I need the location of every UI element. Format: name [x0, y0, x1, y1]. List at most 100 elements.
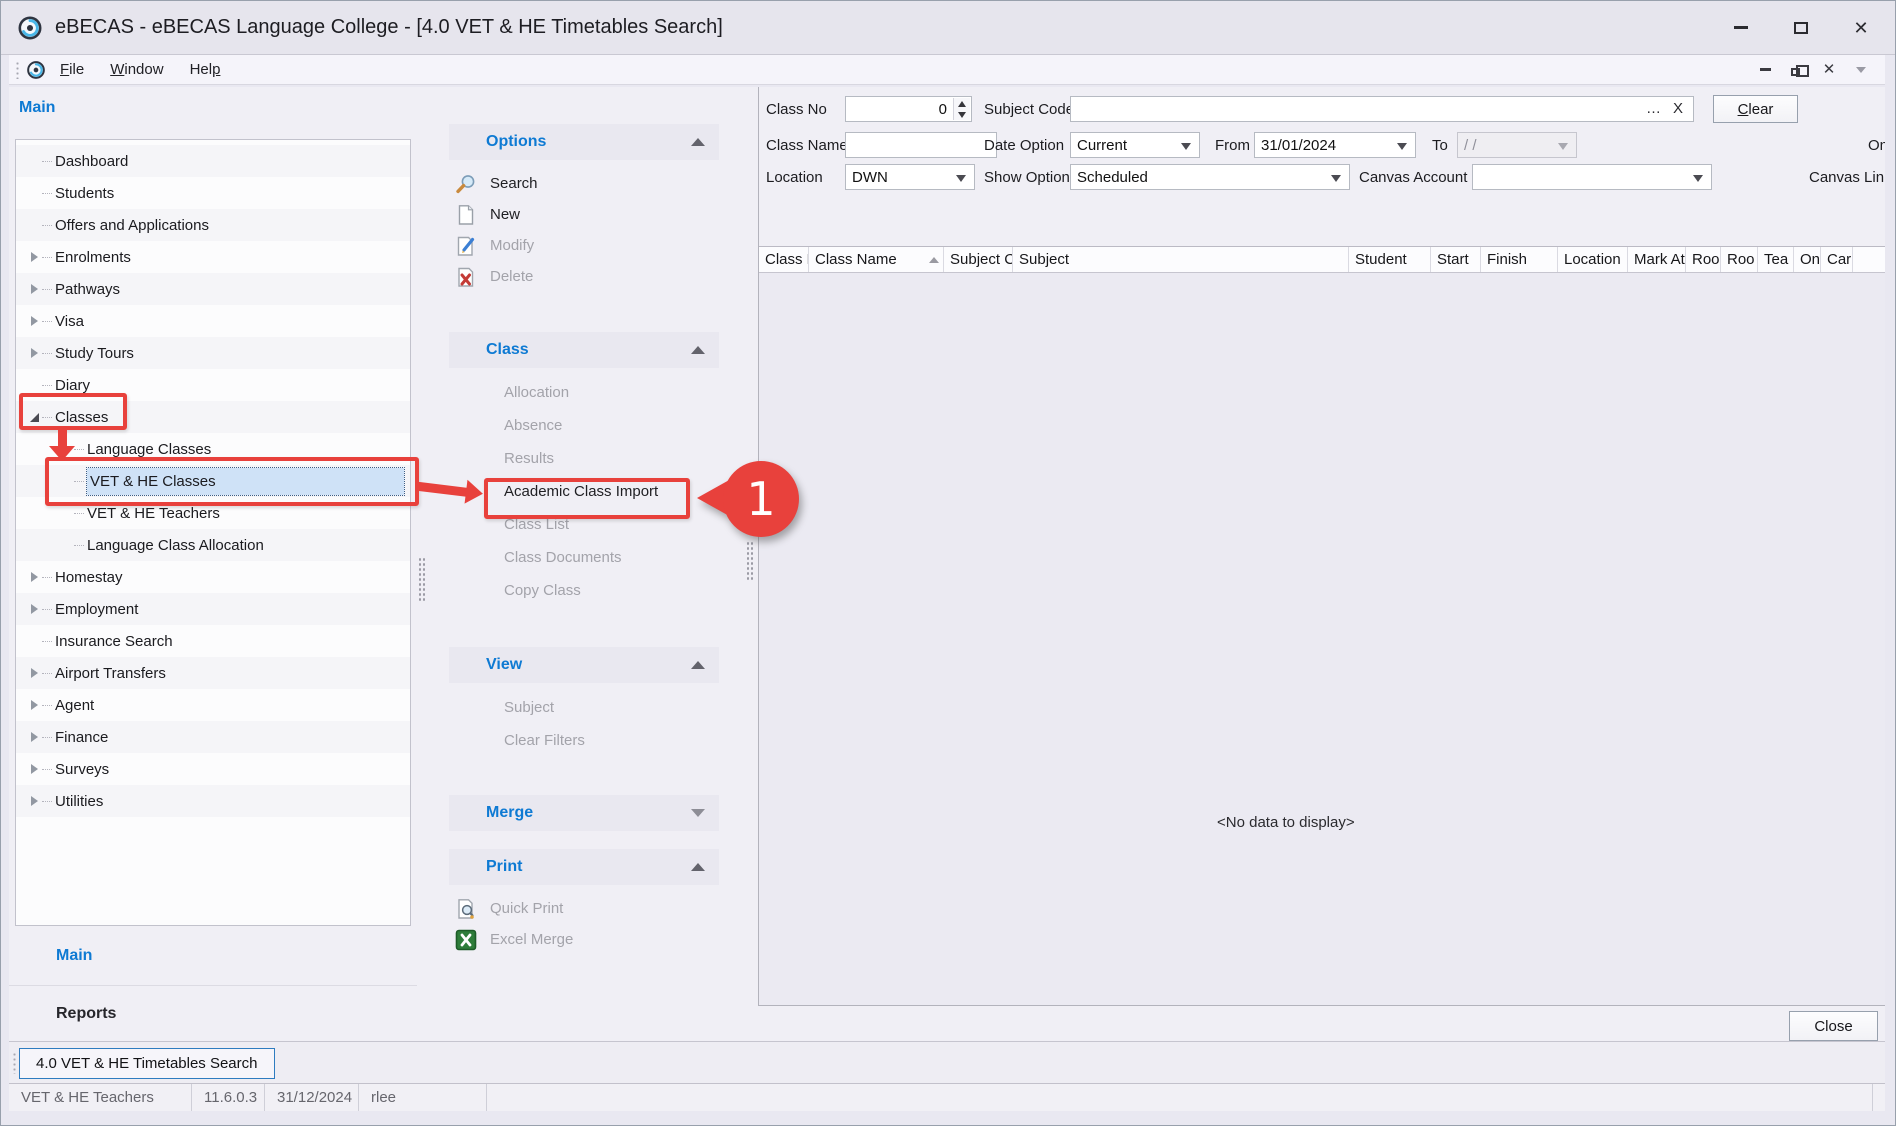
- column-header-subject-3[interactable]: Subject: [1013, 247, 1349, 272]
- action-search[interactable]: Search: [417, 168, 758, 199]
- tree-item-language-classes[interactable]: Language Classes: [16, 433, 410, 465]
- stepper-up-icon[interactable]: [958, 101, 966, 107]
- action-academic-class-import[interactable]: Academic Class Import: [417, 475, 758, 508]
- section-header-print[interactable]: Print: [449, 849, 719, 885]
- class-name-input[interactable]: [845, 132, 997, 158]
- tree-item-homestay[interactable]: Homestay: [16, 561, 410, 593]
- minimize-icon[interactable]: [1731, 18, 1751, 38]
- collapse-section-icon[interactable]: [691, 863, 705, 871]
- tree-item-utilities[interactable]: Utilities: [16, 785, 410, 817]
- action-class-list[interactable]: Class List: [417, 508, 758, 541]
- action-quick-print[interactable]: Quick Print: [417, 893, 758, 924]
- collapse-section-icon[interactable]: [691, 346, 705, 354]
- expand-icon[interactable]: [28, 315, 40, 327]
- app-menu-icon[interactable]: [26, 60, 46, 80]
- splitter-grip-icon[interactable]: [418, 557, 425, 601]
- tree-item-surveys[interactable]: Surveys: [16, 753, 410, 785]
- expand-icon[interactable]: [28, 571, 40, 583]
- stepper-down-icon[interactable]: [958, 112, 966, 118]
- collapse-section-icon[interactable]: [691, 661, 705, 669]
- column-header-class-name-1[interactable]: Class Name: [809, 247, 944, 272]
- expand-icon[interactable]: [28, 667, 40, 679]
- tab-vet-he-timetables-search[interactable]: 4.0 VET & HE Timetables Search: [19, 1048, 275, 1079]
- action-class-documents[interactable]: Class Documents: [417, 541, 758, 574]
- tree-item-vet-he-classes[interactable]: VET & HE Classes: [16, 465, 410, 497]
- to-date-select[interactable]: / /: [1457, 132, 1577, 158]
- column-header-finish-6[interactable]: Finish: [1481, 247, 1558, 272]
- tree-item-insurance-search[interactable]: Insurance Search: [16, 625, 410, 657]
- stepper-buttons[interactable]: [953, 98, 970, 120]
- toolbar-overflow-icon[interactable]: [1853, 62, 1869, 78]
- show-option-select[interactable]: Scheduled: [1070, 164, 1350, 190]
- subject-code-clear-button[interactable]: X: [1673, 101, 1683, 116]
- column-header-location-7[interactable]: Location: [1558, 247, 1628, 272]
- expand-section-icon[interactable]: [691, 809, 705, 817]
- tree-item-diary[interactable]: Diary: [16, 369, 410, 401]
- tree-item-classes[interactable]: Classes: [16, 401, 410, 433]
- action-new[interactable]: New: [417, 199, 758, 230]
- sidebar-footer-main[interactable]: Main: [9, 926, 417, 985]
- clear-button[interactable]: Clear: [1713, 95, 1798, 123]
- mdi-restore-icon[interactable]: [1789, 62, 1805, 78]
- section-header-class[interactable]: Class: [449, 332, 719, 368]
- splitter-grip-icon[interactable]: [746, 541, 753, 581]
- canvas-account-select[interactable]: [1472, 164, 1712, 190]
- class-no-stepper[interactable]: 0: [845, 96, 972, 122]
- sidebar-footer-reports[interactable]: Reports: [9, 985, 417, 1041]
- section-header-options[interactable]: Options: [449, 124, 719, 160]
- expand-icon[interactable]: [28, 763, 40, 775]
- tree-item-dashboard[interactable]: Dashboard: [16, 145, 410, 177]
- column-header-class-n-0[interactable]: Class N: [759, 247, 809, 272]
- tree-item-agent[interactable]: Agent: [16, 689, 410, 721]
- expand-icon[interactable]: [28, 603, 40, 615]
- action-copy-class[interactable]: Copy Class: [417, 574, 758, 607]
- close-button[interactable]: Close: [1789, 1011, 1878, 1041]
- menu-item-window[interactable]: Window: [110, 61, 163, 78]
- collapse-icon[interactable]: [28, 411, 40, 423]
- mdi-minimize-icon[interactable]: [1757, 62, 1773, 78]
- action-absence[interactable]: Absence: [417, 409, 758, 442]
- maximize-icon[interactable]: [1791, 18, 1811, 38]
- expand-icon[interactable]: [28, 283, 40, 295]
- menu-item-help[interactable]: Help: [190, 61, 221, 78]
- column-header-student-4[interactable]: Student: [1349, 247, 1431, 272]
- action-subject[interactable]: Subject: [417, 691, 758, 724]
- expand-icon[interactable]: [28, 795, 40, 807]
- column-header-roo-10[interactable]: Roo: [1721, 247, 1758, 272]
- tree-item-pathways[interactable]: Pathways: [16, 273, 410, 305]
- close-icon[interactable]: ✕: [1851, 18, 1871, 38]
- app-icon[interactable]: [17, 15, 43, 41]
- subject-code-lookup-button[interactable]: …: [1646, 101, 1661, 116]
- column-header-mark-at-8[interactable]: Mark At: [1628, 247, 1686, 272]
- column-header-car-13[interactable]: Car: [1821, 247, 1853, 272]
- tree-item-enrolments[interactable]: Enrolments: [16, 241, 410, 273]
- tree-item-finance[interactable]: Finance: [16, 721, 410, 753]
- tree-item-language-class-allocation[interactable]: Language Class Allocation: [16, 529, 410, 561]
- tree-item-employment[interactable]: Employment: [16, 593, 410, 625]
- from-date-select[interactable]: 31/01/2024: [1254, 132, 1416, 158]
- menu-item-file[interactable]: File: [60, 61, 84, 78]
- section-header-merge[interactable]: Merge: [449, 795, 719, 831]
- action-excel-merge[interactable]: Excel Merge: [417, 924, 758, 955]
- location-select[interactable]: DWN: [845, 164, 975, 190]
- column-header-roo-9[interactable]: Roo: [1686, 247, 1721, 272]
- tree-item-visa[interactable]: Visa: [16, 305, 410, 337]
- column-header-subject-cc-2[interactable]: Subject Cc: [944, 247, 1013, 272]
- expand-icon[interactable]: [28, 699, 40, 711]
- tree-item-airport-transfers[interactable]: Airport Transfers: [16, 657, 410, 689]
- column-header-tea-11[interactable]: Tea: [1758, 247, 1794, 272]
- date-option-select[interactable]: Current: [1070, 132, 1200, 158]
- action-modify[interactable]: Modify: [417, 230, 758, 261]
- collapse-section-icon[interactable]: [691, 138, 705, 146]
- subject-code-input[interactable]: … X: [1070, 96, 1694, 122]
- action-allocation[interactable]: Allocation: [417, 376, 758, 409]
- expand-icon[interactable]: [28, 347, 40, 359]
- column-header-onl-12[interactable]: Onl: [1794, 247, 1821, 272]
- section-header-view[interactable]: View: [449, 647, 719, 683]
- action-delete[interactable]: Delete: [417, 261, 758, 292]
- grid-body[interactable]: <No data to display>: [759, 273, 1885, 1006]
- tree-item-vet-he-teachers[interactable]: VET & HE Teachers: [16, 497, 410, 529]
- action-clear-filters[interactable]: Clear Filters: [417, 724, 758, 757]
- toolbar-grip-icon[interactable]: [15, 61, 20, 79]
- action-results[interactable]: Results: [417, 442, 758, 475]
